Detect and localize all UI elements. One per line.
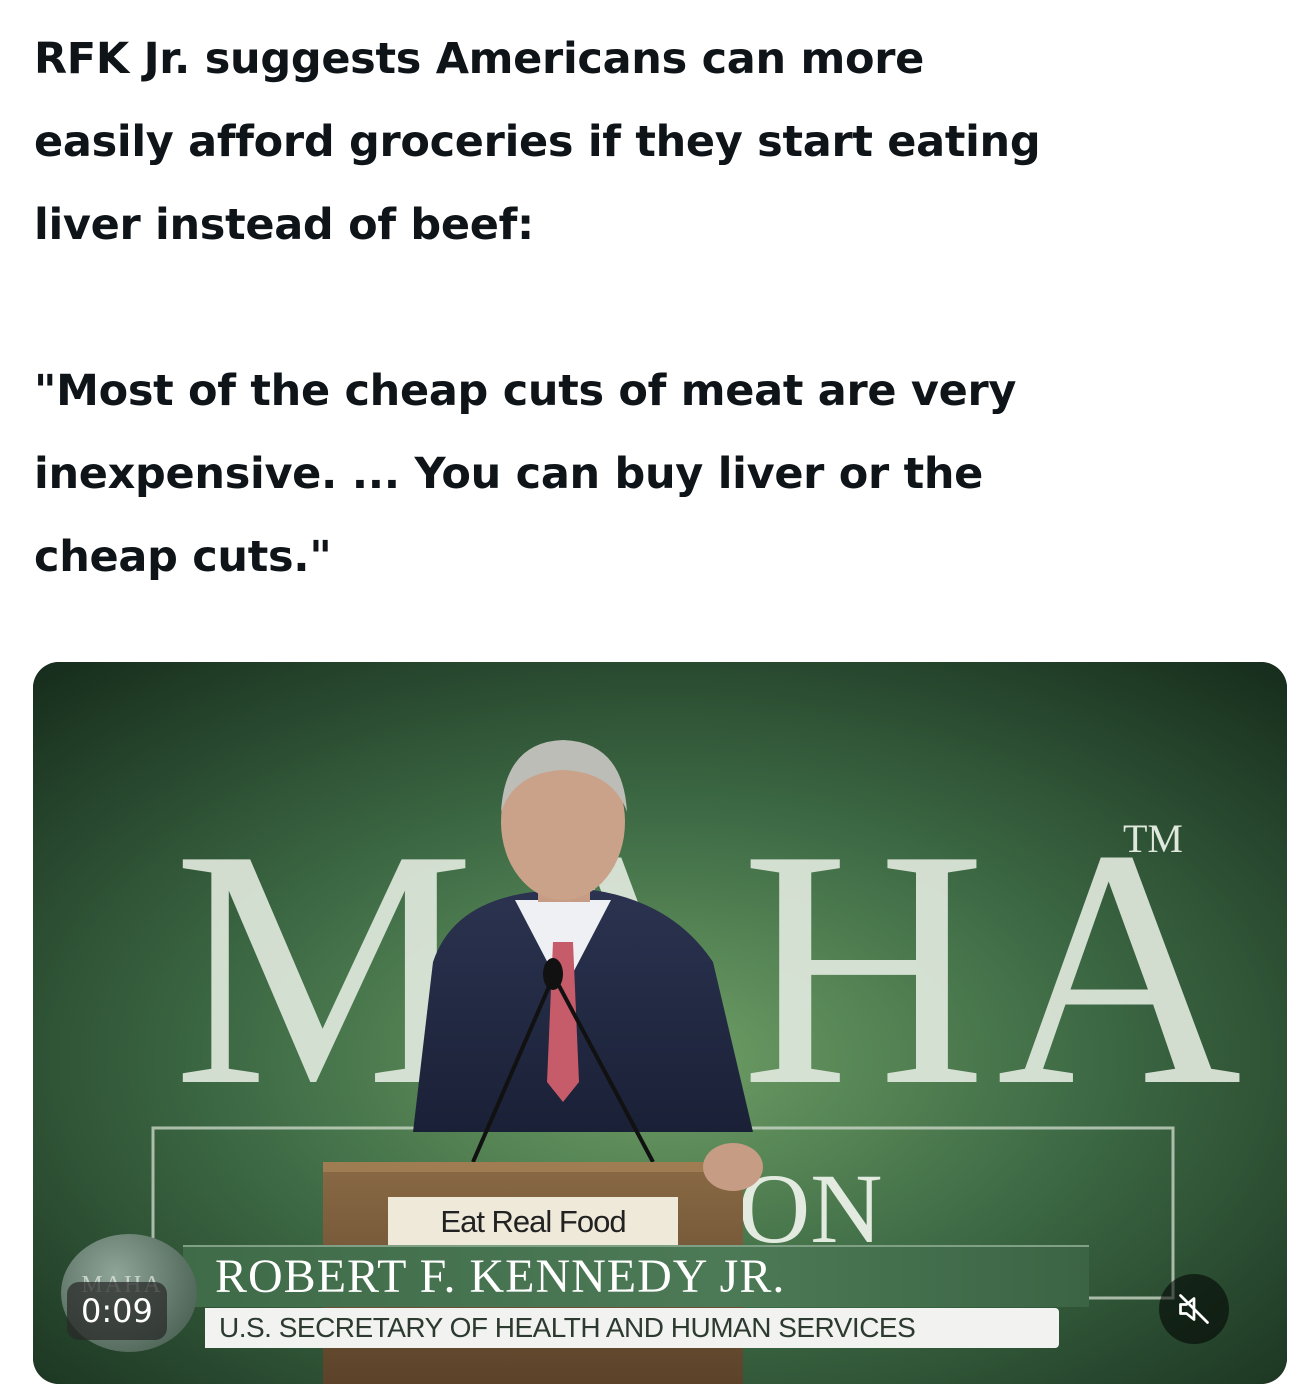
speaker-name: ROBERT F. KENNEDY JR.: [215, 1250, 786, 1303]
mute-button[interactable]: [1159, 1274, 1229, 1344]
video-player[interactable]: MAHA TM ON Eat Real Food ROBERT F. KENNE…: [33, 662, 1287, 1384]
post-headline: RFK Jr. suggests Americans can more easi…: [34, 34, 1041, 250]
backdrop-tm: TM: [1123, 816, 1183, 861]
video-timestamp: 0:09: [67, 1282, 167, 1340]
post-text: RFK Jr. suggests Americans can more easi…: [34, 18, 1274, 599]
speaker-title: U.S. SECRETARY OF HEALTH AND HUMAN SERVI…: [219, 1312, 916, 1343]
speaker-muted-icon: [1179, 1294, 1209, 1324]
podium-sign: Eat Real Food: [388, 1197, 678, 1247]
post-quote: "Most of the cheap cuts of meat are very…: [34, 366, 1017, 582]
